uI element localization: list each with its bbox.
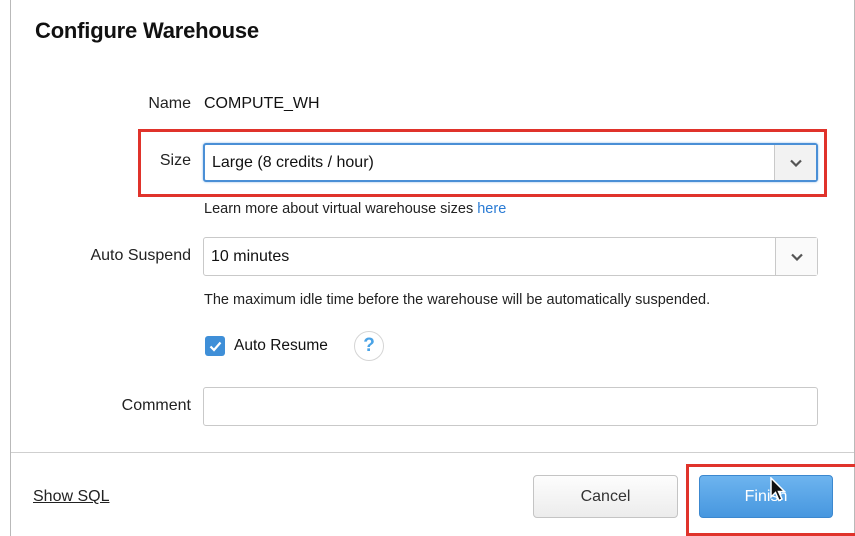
chevron-down-icon (790, 253, 803, 261)
size-help-text: Learn more about virtual warehouse sizes… (204, 201, 506, 217)
comment-field[interactable] (203, 387, 818, 426)
question-mark-icon[interactable]: ? (354, 331, 384, 361)
size-dropdown-button[interactable] (774, 145, 816, 180)
chevron-down-icon (789, 159, 802, 167)
show-sql-link[interactable]: Show SQL (33, 488, 109, 506)
auto-resume-label[interactable]: Auto Resume (234, 337, 328, 355)
size-help-link[interactable]: here (477, 201, 506, 217)
configure-warehouse-dialog: Configure Warehouse Name COMPUTE_WH Size… (10, 0, 855, 536)
auto-suspend-select[interactable]: 10 minutes (203, 237, 818, 276)
auto-resume-checkbox[interactable] (205, 336, 225, 356)
cancel-button[interactable]: Cancel (533, 475, 678, 518)
footer-divider (11, 452, 854, 453)
size-help-prefix: Learn more about virtual warehouse sizes (204, 201, 478, 217)
size-label: Size (159, 152, 191, 169)
name-label: Name (148, 95, 191, 112)
auto-suspend-dropdown-button[interactable] (775, 238, 817, 275)
auto-suspend-label: Auto Suspend (90, 247, 191, 264)
size-select[interactable]: Large (8 credits / hour) (203, 143, 818, 182)
auto-suspend-select-value: 10 minutes (211, 247, 290, 265)
checkmark-icon (209, 341, 221, 352)
size-select-value: Large (8 credits / hour) (212, 153, 374, 171)
comment-label: Comment (121, 397, 191, 414)
dialog-title: Configure Warehouse (35, 18, 259, 43)
name-value: COMPUTE_WH (204, 95, 320, 112)
auto-suspend-help-text: The maximum idle time before the warehou… (204, 292, 711, 308)
mouse-pointer-icon (770, 477, 787, 502)
